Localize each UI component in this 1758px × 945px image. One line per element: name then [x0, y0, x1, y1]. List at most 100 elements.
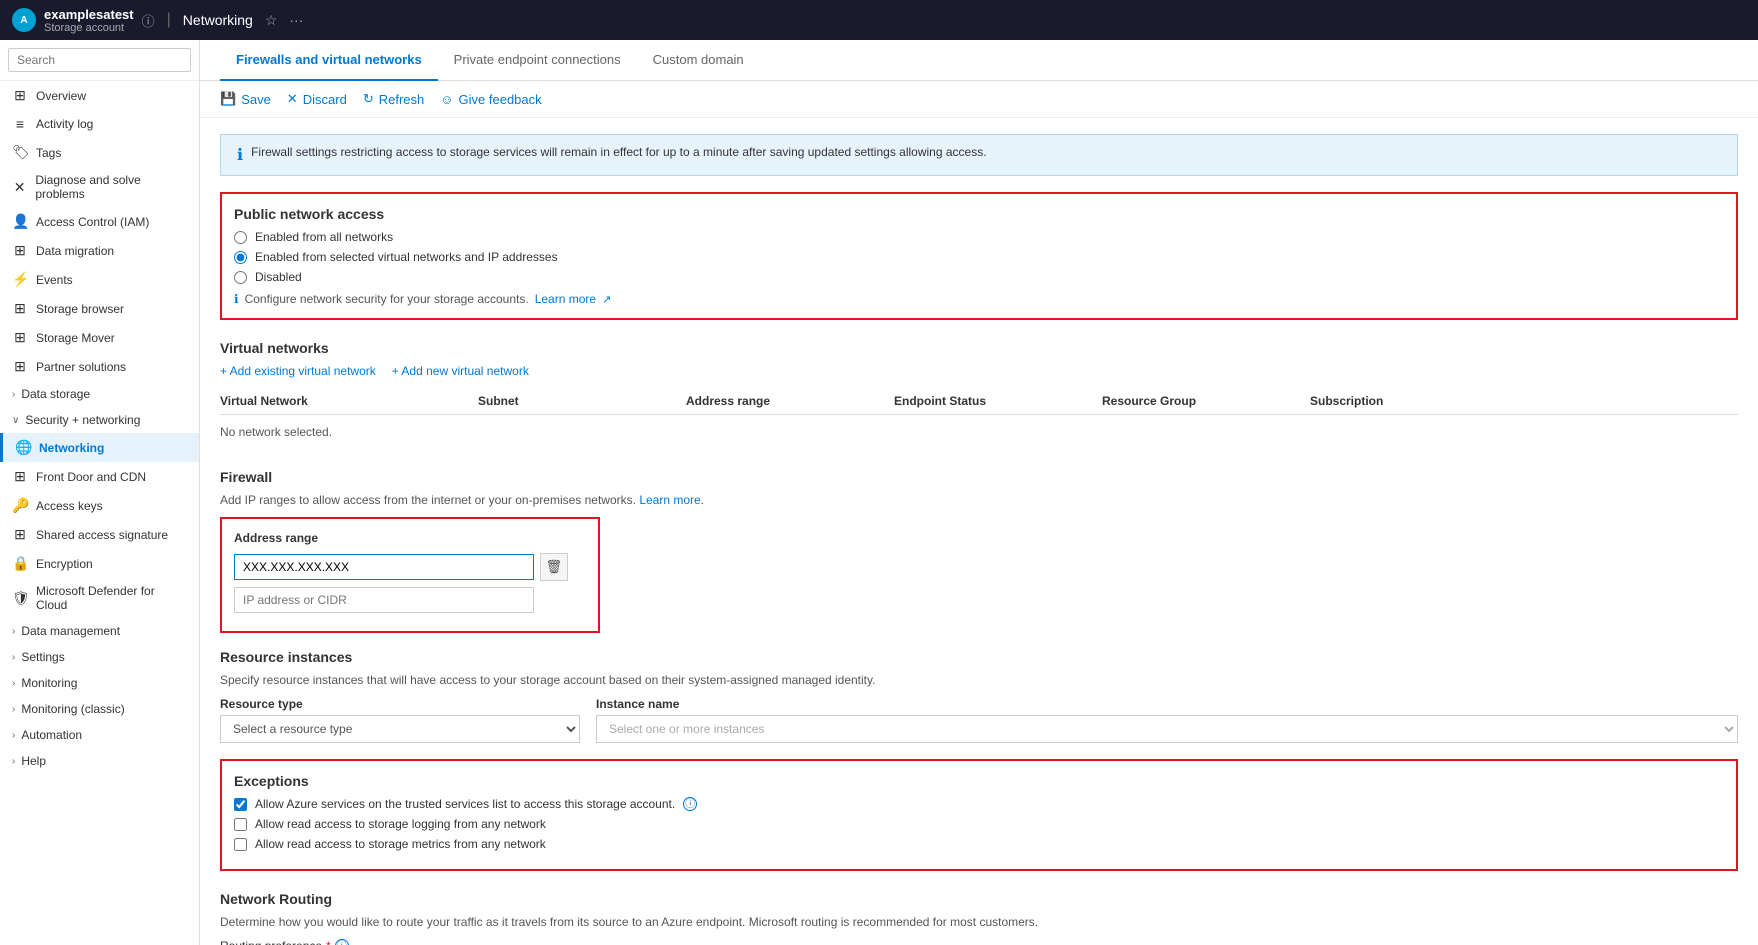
radio-selected-networks[interactable]: Enabled from selected virtual networks a…	[234, 250, 1724, 264]
save-button[interactable]: 💾 Save	[220, 91, 271, 107]
account-type: Storage account	[44, 22, 134, 34]
group-label: Settings	[21, 650, 64, 664]
radio-all-networks-input[interactable]	[234, 231, 247, 244]
topbar-more-icon[interactable]: ···	[289, 12, 303, 28]
chevron-icon: ›	[12, 652, 15, 663]
info-banner-text: Firewall settings restricting access to …	[251, 145, 986, 159]
learn-more-link[interactable]: Learn more	[535, 292, 596, 306]
feedback-icon: ☺	[440, 92, 453, 107]
account-name: examplesatest	[44, 7, 134, 22]
sidebar-group-data-storage[interactable]: › Data storage	[0, 381, 199, 407]
sidebar-group-monitoring[interactable]: › Monitoring	[0, 670, 199, 696]
sidebar-item-label: Encryption	[36, 557, 93, 571]
partner-icon: ⊞	[12, 358, 28, 375]
topbar-star-icon[interactable]: ☆	[265, 12, 278, 29]
sidebar-item-overview[interactable]: ⊞ Overview	[0, 81, 199, 110]
sidebar-item-storage-mover[interactable]: ⊞ Storage Mover	[0, 323, 199, 352]
address-input-row-existing: 🗑	[234, 553, 586, 581]
public-network-info-text: Configure network security for your stor…	[245, 292, 529, 306]
sidebar-item-diagnose[interactable]: ✕ Diagnose and solve problems	[0, 167, 199, 207]
tab-firewalls[interactable]: Firewalls and virtual networks	[220, 40, 438, 81]
sidebar-item-shared-access[interactable]: ⊞ Shared access signature	[0, 520, 199, 549]
sidebar-item-activity-log[interactable]: ≡ Activity log	[0, 110, 199, 138]
tags-icon: 🏷	[12, 144, 28, 161]
topbar: A examplesatest Storage account ⓘ | Netw…	[0, 0, 1758, 40]
firewall-desc: Add IP ranges to allow access from the i…	[220, 493, 1738, 507]
resource-type-select[interactable]: Select a resource type	[220, 715, 580, 743]
group-label: Help	[21, 754, 46, 768]
sidebar-item-access-keys[interactable]: 🔑 Access keys	[0, 491, 199, 520]
sidebar-group-settings[interactable]: › Settings	[0, 644, 199, 670]
sidebar-item-label: Access Control (IAM)	[36, 215, 149, 229]
sidebar-group-help[interactable]: › Help	[0, 748, 199, 774]
col-subscription: Subscription	[1310, 394, 1738, 408]
address-input-row-new	[234, 587, 586, 613]
vnet-actions: + Add existing virtual network + Add new…	[220, 364, 1738, 378]
sidebar-item-label: Events	[36, 273, 73, 287]
public-network-access-box: Public network access Enabled from all n…	[220, 192, 1738, 320]
radio-selected-networks-input[interactable]	[234, 251, 247, 264]
access-keys-icon: 🔑	[12, 497, 28, 514]
shared-access-icon: ⊞	[12, 526, 28, 543]
sidebar-item-storage-browser[interactable]: ⊞ Storage browser	[0, 294, 199, 323]
tab-custom-domain[interactable]: Custom domain	[637, 40, 760, 81]
network-routing-section: Network Routing Determine how you would …	[200, 875, 1758, 945]
info-banner-icon: ℹ	[237, 145, 243, 165]
firewall-learn-more-link[interactable]: Learn more.	[639, 493, 704, 507]
exception-read-metrics-label: Allow read access to storage metrics fro…	[255, 837, 546, 851]
radio-disabled-input[interactable]	[234, 271, 247, 284]
firewall-title: Firewall	[220, 469, 1738, 485]
radio-all-networks[interactable]: Enabled from all networks	[234, 230, 1724, 244]
sidebar: ⊞ Overview ≡ Activity log 🏷 Tags ✕ Diagn…	[0, 40, 200, 945]
sidebar-item-label: Access keys	[36, 499, 103, 513]
radio-selected-networks-label: Enabled from selected virtual networks a…	[255, 250, 558, 264]
sidebar-item-partner-solutions[interactable]: ⊞ Partner solutions	[0, 352, 199, 381]
group-label: Data management	[21, 624, 120, 638]
sidebar-item-access-control[interactable]: 👤 Access Control (IAM)	[0, 207, 199, 236]
overview-icon: ⊞	[12, 87, 28, 104]
external-link-icon: ↗	[602, 293, 611, 306]
topbar-info-icon[interactable]: ⓘ	[142, 11, 155, 30]
resource-type-label: Resource type	[220, 697, 580, 711]
activity-log-icon: ≡	[12, 116, 28, 132]
sidebar-item-encryption[interactable]: 🔒 Encryption	[0, 549, 199, 578]
instance-name-select[interactable]: Select one or more instances	[596, 715, 1738, 743]
chevron-icon: ∨	[12, 415, 19, 426]
exception-read-metrics-checkbox[interactable]	[234, 838, 247, 851]
sidebar-item-label: Partner solutions	[36, 360, 126, 374]
exception-read-metrics: Allow read access to storage metrics fro…	[234, 837, 1724, 851]
sidebar-group-monitoring-classic[interactable]: › Monitoring (classic)	[0, 696, 199, 722]
sidebar-group-data-management[interactable]: › Data management	[0, 618, 199, 644]
resource-type-col: Resource type Select a resource type	[220, 697, 580, 743]
radio-disabled[interactable]: Disabled	[234, 270, 1724, 284]
refresh-button[interactable]: ↻ Refresh	[363, 91, 424, 107]
exception-trusted-services-label: Allow Azure services on the trusted serv…	[255, 797, 675, 811]
networking-icon: 🌐	[15, 439, 31, 456]
tab-private-endpoints[interactable]: Private endpoint connections	[438, 40, 637, 81]
sidebar-item-front-door[interactable]: ⊞ Front Door and CDN	[0, 462, 199, 491]
discard-button[interactable]: ✕ Discard	[287, 91, 347, 107]
address-input-existing[interactable]	[234, 554, 534, 580]
topbar-divider: |	[167, 11, 171, 29]
exception-read-logging-checkbox[interactable]	[234, 818, 247, 831]
add-new-vnet-button[interactable]: + Add new virtual network	[392, 364, 529, 378]
exception-trusted-services-checkbox[interactable]	[234, 798, 247, 811]
exceptions-title: Exceptions	[234, 773, 1724, 789]
sidebar-item-events[interactable]: ⚡ Events	[0, 265, 199, 294]
add-existing-vnet-button[interactable]: + Add existing virtual network	[220, 364, 376, 378]
search-input[interactable]	[8, 48, 191, 72]
sidebar-item-networking[interactable]: 🌐 Networking	[0, 433, 199, 462]
routing-info-icon[interactable]: ⓘ	[335, 939, 349, 945]
address-range-box: Address range 🗑	[220, 517, 600, 633]
group-label: Security + networking	[25, 413, 140, 427]
sidebar-item-data-migration[interactable]: ⊞ Data migration	[0, 236, 199, 265]
sidebar-item-defender[interactable]: 🛡 Microsoft Defender for Cloud	[0, 578, 199, 618]
sidebar-group-automation[interactable]: › Automation	[0, 722, 199, 748]
sidebar-group-security-networking[interactable]: ∨ Security + networking	[0, 407, 199, 433]
delete-address-button[interactable]: 🗑	[540, 553, 568, 581]
sidebar-item-tags[interactable]: 🏷 Tags	[0, 138, 199, 167]
feedback-button[interactable]: ☺ Give feedback	[440, 92, 541, 107]
trusted-services-info-icon[interactable]: ⓘ	[683, 797, 697, 811]
virtual-networks-section: Virtual networks + Add existing virtual …	[200, 324, 1758, 449]
address-input-new[interactable]	[234, 587, 534, 613]
